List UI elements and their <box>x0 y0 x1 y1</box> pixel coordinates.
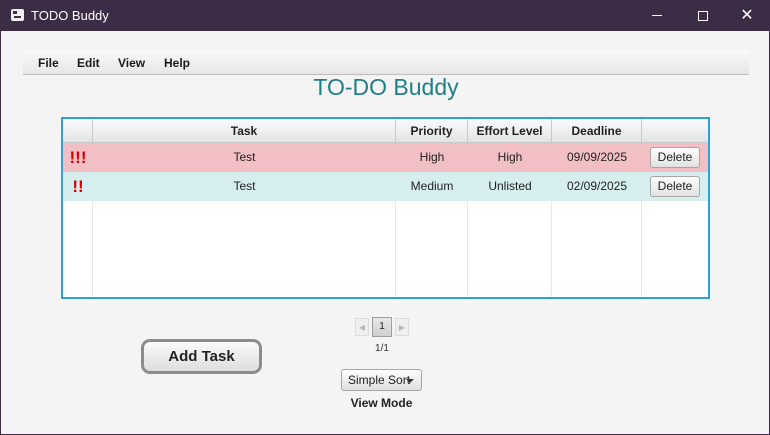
app-window: File Edit View Help TO-DO Buddy Task Pri… <box>0 31 770 435</box>
column-divider <box>395 201 396 297</box>
effort-cell: High <box>497 150 523 164</box>
sort-mode-dropdown[interactable]: Simple Sort <box>341 369 422 391</box>
column-header-flag[interactable] <box>63 119 93 143</box>
menu-file[interactable]: File <box>38 56 59 70</box>
column-divider <box>641 201 642 297</box>
column-divider <box>551 201 552 297</box>
menu-edit[interactable]: Edit <box>77 56 100 70</box>
column-header-task[interactable]: Task <box>93 119 396 143</box>
column-header-effort[interactable]: Effort Level <box>468 119 552 143</box>
view-mode-label: View Mode <box>350 396 413 410</box>
column-header-action[interactable] <box>642 119 708 143</box>
task-cell: Test <box>233 179 256 193</box>
previous-page-icon[interactable]: ◀ <box>355 318 369 336</box>
page-count: 1/1 <box>375 343 389 354</box>
chevron-down-icon <box>406 379 414 383</box>
delete-button[interactable]: Delete <box>650 147 700 168</box>
page-button[interactable]: 1 <box>372 317 392 337</box>
task-cell: Test <box>233 150 256 164</box>
column-divider <box>467 201 468 297</box>
table-header: Task Priority Effort Level Deadline <box>63 119 708 143</box>
priority-flag: !!! <box>69 148 87 167</box>
close-icon: ✕ <box>740 6 754 24</box>
menu-view[interactable]: View <box>118 56 145 70</box>
delete-button[interactable]: Delete <box>650 176 700 197</box>
pagination: ◀ 1 ▶ <box>355 317 409 337</box>
window-title: TODO Buddy <box>31 8 109 23</box>
table-row[interactable]: !!! Test High High 09/09/2025 Delete <box>63 143 708 172</box>
minimize-icon <box>652 15 662 16</box>
deadline-cell: 09/09/2025 <box>566 150 628 164</box>
table-row[interactable]: !! Test Medium Unlisted 02/09/2025 Delet… <box>63 172 708 201</box>
maximize-icon <box>698 10 708 21</box>
add-task-button[interactable]: Add Task <box>141 339 262 374</box>
page-title: TO-DO Buddy <box>313 74 459 100</box>
title-bar: TODO Buddy ✕ <box>0 0 770 31</box>
task-table: Task Priority Effort Level Deadline !!! … <box>61 117 710 299</box>
column-header-deadline[interactable]: Deadline <box>552 119 642 143</box>
minimize-button[interactable] <box>634 0 680 31</box>
column-header-priority[interactable]: Priority <box>396 119 468 143</box>
priority-cell: Medium <box>410 179 454 193</box>
effort-cell: Unlisted <box>488 179 532 193</box>
priority-flag: !! <box>72 177 84 196</box>
close-button[interactable]: ✕ <box>724 0 770 31</box>
sort-mode-value: Simple Sort <box>348 373 411 387</box>
menu-help[interactable]: Help <box>164 56 190 70</box>
app-icon <box>11 9 24 21</box>
deadline-cell: 02/09/2025 <box>566 179 628 193</box>
column-divider <box>92 201 93 297</box>
menu-bar: File Edit View Help <box>23 50 749 75</box>
maximize-button[interactable] <box>680 0 726 31</box>
next-page-icon[interactable]: ▶ <box>395 318 409 336</box>
priority-cell: High <box>419 150 445 164</box>
